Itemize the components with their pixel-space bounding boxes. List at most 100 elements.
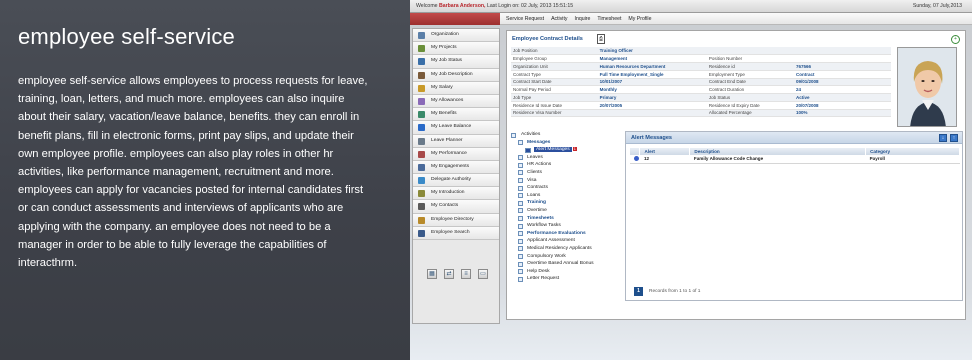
sidebar-item-employee-search[interactable]: Employee Search (413, 226, 499, 240)
menu-activity[interactable]: Activity (551, 13, 567, 24)
sidebar-item-my-leave-balance[interactable]: My Leave Balance (413, 121, 499, 135)
tree-item-messages[interactable]: Messages (511, 139, 621, 147)
tree-item-loans[interactable]: Loans (511, 192, 621, 200)
grid-icon[interactable]: ▦ (427, 269, 437, 279)
folder-icon (518, 162, 523, 168)
allowances-icon (418, 97, 425, 105)
sidebar-item-my-job-description[interactable]: My Job Description (413, 68, 499, 82)
employee-photo (897, 47, 957, 127)
menu-timesheet[interactable]: Timesheet (597, 13, 621, 24)
directory-icon (418, 216, 425, 224)
column-header[interactable] (630, 148, 641, 155)
page-number[interactable]: 1 (634, 287, 643, 296)
column-header[interactable]: Category (865, 148, 960, 155)
sidebar-item-my-salary[interactable]: My Salary (413, 81, 499, 95)
tree-item-timesheets[interactable]: Timesheets (511, 215, 621, 223)
contract-field-value: 20/07/2005 (597, 101, 707, 110)
contract-field-value: 09/01/2008 (794, 78, 891, 87)
contract-row: Contract Start Date 10/01/2007 Contract En… (511, 78, 891, 87)
tree-item-letter-request[interactable]: Letter Request (511, 275, 621, 283)
menu-service-request[interactable]: Service Request (506, 13, 544, 24)
tree-item-overtime-based-annual-bonus[interactable]: Overtime Based Annual Bonus (511, 260, 621, 268)
download-icon[interactable]: ↓ (939, 134, 947, 142)
column-header[interactable]: Description (689, 148, 867, 155)
contract-field-value (597, 109, 707, 118)
tree-item-label: Performance Evaluations (527, 230, 586, 236)
search-icon (418, 229, 425, 237)
tree-item-medical-residency-applicants[interactable]: Medical Residency Applicants (511, 245, 621, 253)
sidebar-item-organization[interactable]: Organization (413, 29, 499, 43)
main-window: Employee Contract Details ⎙ + Job Positi… (506, 30, 966, 320)
upload-icon[interactable]: ↑ (950, 134, 958, 142)
menu-inquire[interactable]: Inquire (575, 13, 591, 24)
leave-balance-icon (418, 124, 425, 132)
sidebar-item-my-benefits[interactable]: My Benefits (413, 108, 499, 122)
tree-item-label: Medical Residency Applicants (527, 245, 592, 251)
transfer-icon[interactable]: ⇄ (444, 269, 454, 279)
tree-item-workflow-tasks[interactable]: Workflow Tasks (511, 222, 621, 230)
sidebar-item-label: My Job Description (431, 71, 473, 77)
contract-row: Job Type Primary Job Status Active (511, 93, 891, 102)
sidebar-item-my-performance[interactable]: My Performance (413, 147, 499, 161)
sidebar-item-my-job-status[interactable]: My Job Status (413, 55, 499, 69)
tree-item-training[interactable]: Training (511, 199, 621, 207)
contract-field-value (794, 47, 891, 56)
sidebar-item-leave-planner[interactable]: Leave Planner (413, 134, 499, 148)
sidebar-item-employee-directory[interactable]: Employee Directory (413, 213, 499, 227)
tree-item-help-desk[interactable]: Help Desk (511, 268, 621, 276)
zoom-icon[interactable]: + (951, 35, 960, 44)
sidebar: Organization My Projects My Job Status My J… (412, 28, 500, 324)
tree-item-visa[interactable]: Visa (511, 177, 621, 185)
user-name: Barbara Anderson, (438, 3, 486, 9)
column-header[interactable]: Alert (639, 148, 691, 155)
folder-icon (518, 231, 523, 237)
contract-field-value: Active (794, 93, 891, 102)
benefits-icon (418, 111, 425, 119)
menu-my-profile[interactable]: My Profile (628, 13, 651, 24)
tree-item-label: Letter Request (527, 276, 560, 282)
contract-field-value: Primary (597, 93, 707, 102)
sidebar-item-my-projects[interactable]: My Projects (413, 42, 499, 56)
salary-icon (418, 84, 425, 92)
promo-title: employee self-service (18, 24, 235, 49)
tree-item-contracts[interactable]: Contracts (511, 184, 621, 192)
sidebar-toolbar: ▦ ⇄ ≡ ▭ (427, 269, 488, 279)
folder-icon (518, 140, 523, 146)
tree-item-clients[interactable]: Clients (511, 169, 621, 177)
sidebar-item-my-introduction[interactable]: My Introduction (413, 187, 499, 201)
sidebar-item-my-allowances[interactable]: My Allowances (413, 94, 499, 109)
folder-icon (518, 246, 523, 252)
list-icon[interactable]: ≡ (461, 269, 471, 279)
tree-item-compulsory-work[interactable]: Compulsory Work (511, 253, 621, 261)
contract-field-label: Job Status (706, 93, 795, 102)
folder-icon (518, 276, 523, 282)
tree-item-label: Help Desk (527, 268, 550, 274)
tree-item-overtime[interactable]: Overtime (511, 207, 621, 215)
folder-icon (518, 269, 523, 275)
tree-item-applicant-assessment[interactable]: Applicant Assessment (511, 237, 621, 245)
sidebar-item-my-engagements[interactable]: My Engagements (413, 160, 499, 175)
table-row[interactable]: 12 Family Allowance Code Change Payroll (630, 155, 960, 164)
window-icon[interactable]: ▭ (478, 269, 488, 279)
tree-root[interactable]: Activities (511, 131, 621, 139)
current-date: Sunday, 07 July,2013 (912, 3, 962, 9)
tree-item-hr-actions[interactable]: HR Actions (511, 161, 621, 169)
tree-item-label: Loans (527, 192, 541, 198)
contract-row: Job Position Training Officer (511, 47, 891, 56)
tree-item-performance-evaluations[interactable]: Performance Evaluations (511, 230, 621, 238)
contract-field-label: Residence id (706, 62, 795, 71)
sidebar-item-my-contacts[interactable]: My Contacts (413, 200, 499, 214)
contract-field-label: Contract Duration (706, 85, 795, 94)
tree-item-leaves[interactable]: Leaves (511, 154, 621, 162)
contract-row: Residence Id Issue Date 20/07/2005 Residen… (511, 101, 891, 110)
print-icon[interactable]: ⎙ (597, 34, 605, 44)
contract-row: Organization Unit Human Resources Departm… (511, 62, 891, 71)
contract-field-value: 767566 (794, 62, 891, 71)
sidebar-item-label: Organization (431, 32, 459, 37)
pager: 1 Records from 1 to 1 of 1 (634, 287, 700, 296)
status-dot-icon (630, 155, 640, 164)
tree-item-alert-messages[interactable]: Alert Messages 1 (511, 146, 621, 154)
alert-alert: 12 (639, 155, 690, 164)
sidebar-item-delegate-authority[interactable]: Delegate Authority (413, 174, 499, 188)
job-status-icon (418, 58, 425, 66)
